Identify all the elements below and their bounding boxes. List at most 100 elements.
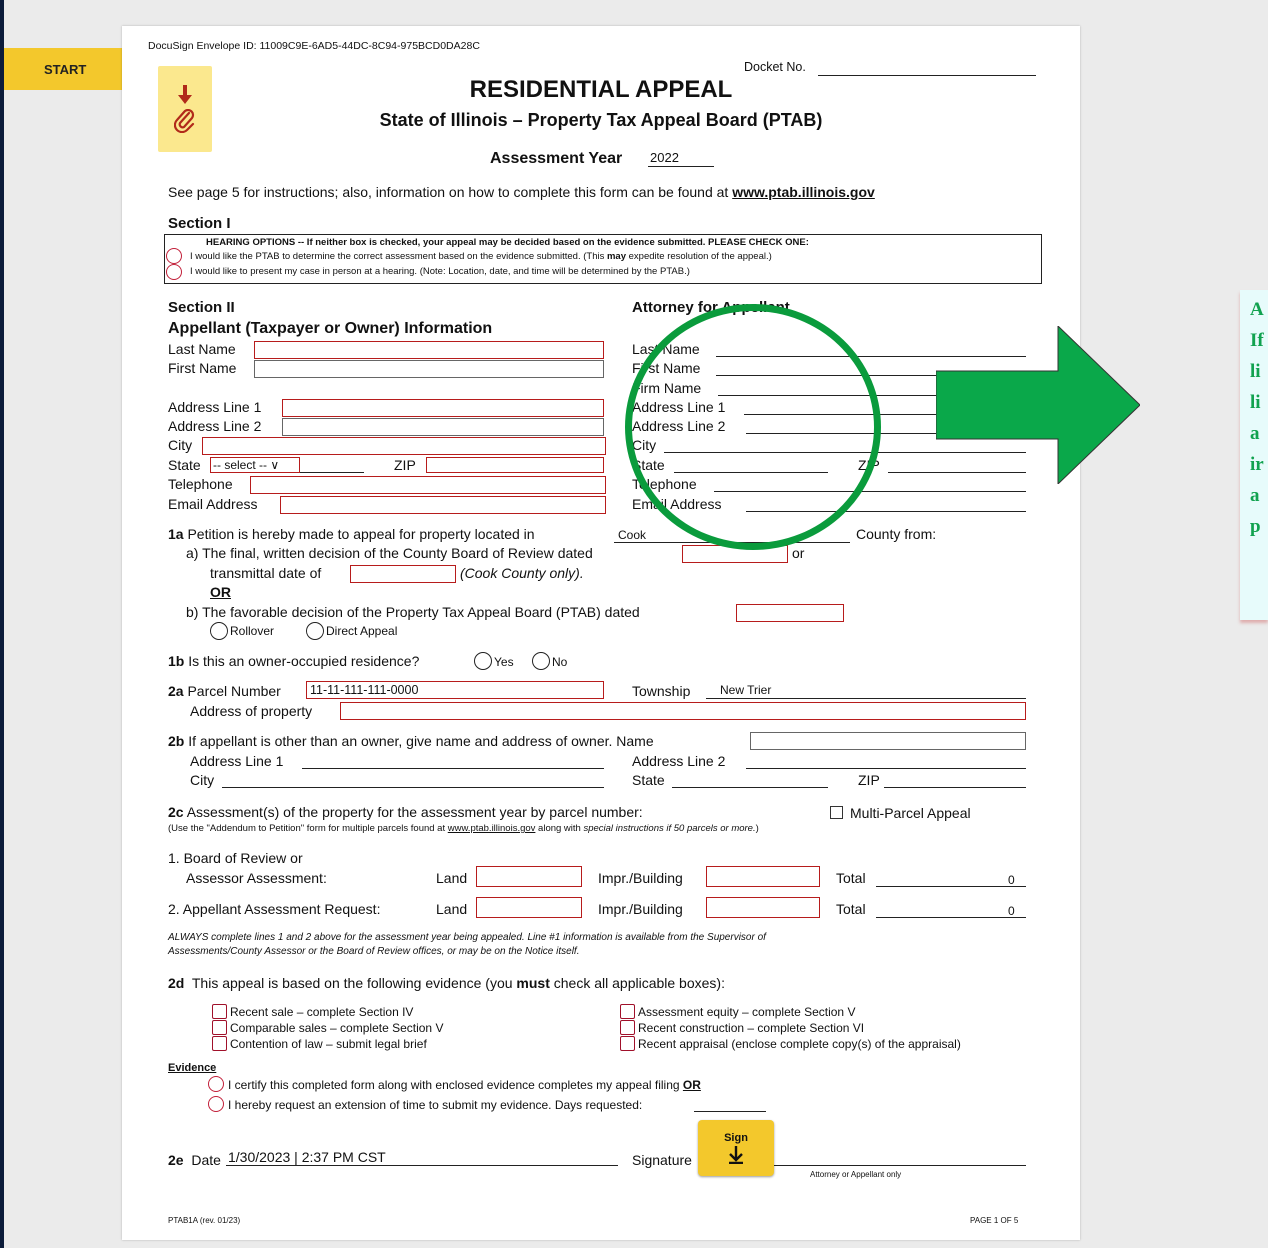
q1a-a-text: a) The final, written decision of the Co… bbox=[186, 545, 593, 561]
days-requested-field[interactable] bbox=[694, 1111, 766, 1112]
appellant-last-name-label: Last Name bbox=[168, 341, 236, 357]
owner-state-field[interactable] bbox=[672, 787, 828, 788]
appellant-city-label: City bbox=[168, 437, 193, 453]
form-subtitle: State of Illinois – Property Tax Appeal … bbox=[379, 110, 823, 130]
sign-arrow-icon bbox=[729, 1146, 743, 1164]
q2c-note: (Use the "Addendum to Petition" form for… bbox=[168, 823, 759, 834]
q1b-text: 1b Is this an owner-occupied residence? bbox=[168, 653, 420, 669]
appellant-telephone-label: Telephone bbox=[168, 476, 233, 492]
ptab-decision-date-field[interactable] bbox=[736, 604, 844, 622]
bor-impr-field[interactable] bbox=[706, 866, 820, 887]
multi-parcel-label: Multi-Parcel Appeal bbox=[850, 805, 971, 821]
callout-line: p bbox=[1250, 516, 1261, 537]
docket-label: Docket No. bbox=[744, 60, 806, 74]
township-line bbox=[706, 698, 1026, 699]
ptab-link[interactable]: www.ptab.illinois.gov bbox=[732, 184, 875, 200]
date-label: 2e Date bbox=[168, 1152, 221, 1168]
recent-sale-checkbox[interactable] bbox=[212, 1004, 227, 1019]
assessment-year-value: 2022 bbox=[650, 150, 679, 165]
owner-city-label: City bbox=[190, 772, 215, 788]
req-land-label: Land bbox=[436, 901, 468, 917]
appellant-state-select[interactable]: -- select -- ∨ bbox=[210, 457, 300, 473]
owner-address2-field[interactable] bbox=[746, 768, 1026, 769]
date-line bbox=[226, 1165, 618, 1166]
owner-occupied-no-radio[interactable] bbox=[532, 652, 550, 670]
start-button[interactable]: START bbox=[4, 48, 128, 90]
hearing-options-text: HEARING OPTIONS -- If neither box is che… bbox=[206, 237, 809, 248]
assessment-equity-checkbox[interactable] bbox=[620, 1004, 635, 1019]
q1a-b-text: b) The favorable decision of the Propert… bbox=[186, 604, 640, 620]
owner-city-field[interactable] bbox=[222, 787, 604, 788]
hearing-option-1-radio[interactable] bbox=[166, 248, 182, 264]
appellant-city-field[interactable] bbox=[202, 437, 606, 455]
property-address-field[interactable] bbox=[340, 702, 1026, 720]
bor-land-field[interactable] bbox=[476, 866, 582, 887]
evidence-extension-label: I hereby request an extension of time to… bbox=[228, 1098, 643, 1112]
appellant-last-name-field[interactable] bbox=[254, 341, 604, 359]
req-impr-label: Impr./Building bbox=[598, 901, 683, 917]
page-number: PAGE 1 OF 5 bbox=[970, 1216, 1019, 1225]
parcel-number-field[interactable]: 11-11-111-111-0000 bbox=[306, 681, 604, 699]
direct-appeal-radio[interactable] bbox=[306, 622, 324, 640]
req-land-field[interactable] bbox=[476, 897, 582, 918]
owner-name-field[interactable] bbox=[750, 732, 1026, 750]
assessment-equity-label: Assessment equity – complete Section V bbox=[638, 1005, 856, 1019]
hearing-option-1-label: I would like the PTAB to determine the c… bbox=[190, 251, 772, 262]
bor-total-label: Total bbox=[836, 870, 866, 886]
appellant-first-name-field[interactable] bbox=[254, 360, 604, 378]
req-total-line bbox=[876, 917, 1026, 918]
q1a-a-or: or bbox=[792, 545, 805, 561]
right-arrow-icon bbox=[936, 326, 1140, 484]
appellant-first-name-label: First Name bbox=[168, 360, 237, 376]
sign-button[interactable]: Sign bbox=[698, 1120, 774, 1176]
appellant-address2-field[interactable] bbox=[282, 418, 604, 436]
township-value: New Trier bbox=[720, 683, 772, 697]
recent-construction-checkbox[interactable] bbox=[620, 1020, 635, 1035]
owner-zip-field[interactable] bbox=[884, 787, 1026, 788]
callout-line: a bbox=[1250, 423, 1260, 444]
contention-of-law-label: Contention of law – submit legal brief bbox=[230, 1037, 427, 1051]
county-suffix: County from: bbox=[856, 526, 937, 542]
appellant-email-field[interactable] bbox=[280, 496, 606, 514]
bor-land-label: Land bbox=[436, 870, 468, 886]
county-value: Cook bbox=[618, 528, 647, 542]
appellant-zip-field[interactable] bbox=[426, 457, 604, 473]
callout-line: A bbox=[1250, 299, 1264, 320]
rollover-radio[interactable] bbox=[210, 622, 228, 640]
property-address-label: Address of property bbox=[190, 703, 313, 719]
callout-line: If bbox=[1250, 330, 1264, 351]
instructions-text: See page 5 for instructions; also, infor… bbox=[168, 184, 875, 200]
hearing-option-2-label: I would like to present my case in perso… bbox=[190, 266, 690, 277]
q2b-text: 2b If appellant is other than an owner, … bbox=[168, 733, 654, 749]
attorney-note: Attorney or Appellant only bbox=[810, 1170, 902, 1179]
req-impr-field[interactable] bbox=[706, 897, 820, 918]
appellant-telephone-field[interactable] bbox=[250, 476, 606, 494]
transmittal-date-field[interactable] bbox=[350, 565, 456, 583]
callout-line: ir bbox=[1250, 454, 1264, 475]
evidence-extension-radio[interactable] bbox=[208, 1096, 224, 1112]
envelope-id: DocuSign Envelope ID: 11009C9E-6AD5-44DC… bbox=[148, 40, 480, 52]
section-2-heading: Section II bbox=[168, 299, 235, 316]
callout-line: li bbox=[1250, 392, 1261, 413]
q2d-text: 2d This appeal is based on the following… bbox=[168, 975, 725, 991]
appellant-address1-field[interactable] bbox=[282, 399, 604, 417]
recent-appraisal-checkbox[interactable] bbox=[620, 1036, 635, 1051]
owner-address1-field[interactable] bbox=[302, 768, 604, 769]
multi-parcel-checkbox[interactable] bbox=[830, 806, 843, 819]
form-title: RESIDENTIAL APPEAL bbox=[469, 76, 733, 103]
owner-occupied-yes-label: Yes bbox=[494, 655, 514, 669]
form-page: DocuSign Envelope ID: 11009C9E-6AD5-44DC… bbox=[122, 26, 1080, 1240]
owner-occupied-yes-radio[interactable] bbox=[474, 652, 492, 670]
or-label: OR bbox=[210, 584, 231, 600]
date-value: 1/30/2023 | 2:37 PM CST bbox=[228, 1149, 386, 1165]
signature-label: Signature bbox=[632, 1152, 692, 1168]
hearing-option-2-radio[interactable] bbox=[166, 264, 182, 280]
appellant-zip-label: ZIP bbox=[394, 457, 416, 473]
comparable-sales-checkbox[interactable] bbox=[212, 1020, 227, 1035]
appellant-state-label: State bbox=[168, 457, 201, 473]
evidence-label: Evidence bbox=[168, 1062, 217, 1074]
evidence-certify-radio[interactable] bbox=[208, 1076, 224, 1092]
evidence-certify-label: I certify this completed form along with… bbox=[228, 1078, 701, 1092]
contention-of-law-checkbox[interactable] bbox=[212, 1036, 227, 1051]
callout-box: A If li li a ir a p bbox=[1240, 290, 1268, 620]
